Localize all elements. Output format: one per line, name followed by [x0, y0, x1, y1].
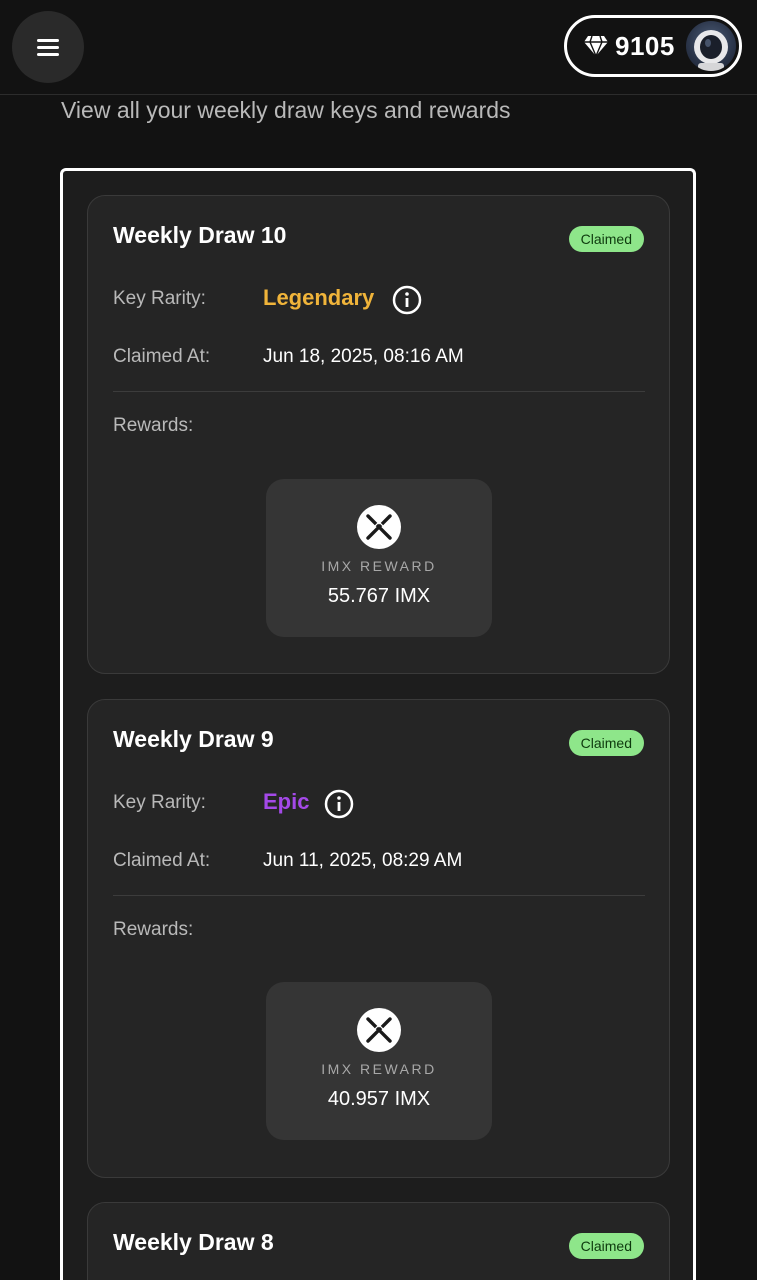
- page: 9105 View all your weekly draw keys and …: [0, 0, 757, 1280]
- info-icon[interactable]: [324, 789, 354, 819]
- draw-title: Weekly Draw 8: [113, 1229, 274, 1255]
- key-rarity-label: Key Rarity:: [113, 288, 206, 309]
- points-balance-button[interactable]: 9105: [564, 15, 742, 77]
- weekly-draw-card: Weekly Draw 10 Claimed Key Rarity: Legen…: [87, 195, 670, 674]
- key-rarity-value: Epic: [263, 789, 310, 814]
- top-bar: 9105: [0, 0, 757, 95]
- diamond-icon: [584, 35, 608, 57]
- reward-name: IMX REWARD: [321, 1061, 437, 1077]
- weekly-draw-card: Weekly Draw 9 Claimed Key Rarity: Epic C…: [87, 699, 670, 1178]
- astronaut-avatar-icon: [694, 30, 728, 71]
- status-badge: Claimed: [568, 1233, 644, 1259]
- rewards-label: Rewards:: [113, 415, 194, 436]
- reward-amount: 40.957 IMX: [327, 1088, 431, 1110]
- info-icon[interactable]: [392, 285, 422, 315]
- rewards-label: Rewards:: [113, 919, 194, 940]
- menu-button[interactable]: [12, 11, 84, 83]
- claimed-at-value: Jun 11, 2025, 08:29 AM: [263, 850, 463, 871]
- avatar[interactable]: [686, 21, 736, 71]
- weekly-draw-card: Weekly Draw 8 Claimed: [87, 1202, 670, 1280]
- status-badge: Claimed: [568, 730, 644, 756]
- divider: [113, 391, 645, 392]
- points-value: 9105: [615, 30, 675, 61]
- reward-amount: 55.767 IMX: [327, 585, 431, 607]
- claimed-at-value: Jun 18, 2025, 08:16 AM: [263, 346, 464, 367]
- key-rarity-value: Legendary: [263, 285, 375, 310]
- imx-logo-icon: [357, 1008, 401, 1052]
- reward-tile: IMX REWARD 40.957 IMX: [266, 982, 492, 1140]
- hamburger-menu-icon: [37, 39, 59, 56]
- imx-logo-icon: [357, 505, 401, 549]
- draw-title: Weekly Draw 9: [113, 726, 274, 752]
- claimed-at-label: Claimed At:: [113, 850, 211, 871]
- claimed-at-label: Claimed At:: [113, 346, 211, 367]
- reward-tile: IMX REWARD 55.767 IMX: [266, 479, 492, 637]
- draw-title: Weekly Draw 10: [113, 222, 287, 248]
- divider: [113, 895, 645, 896]
- status-badge: Claimed: [568, 226, 644, 252]
- reward-name: IMX REWARD: [321, 558, 437, 574]
- page-subtitle: View all your weekly draw keys and rewar…: [61, 97, 511, 123]
- key-rarity-label: Key Rarity:: [113, 792, 206, 813]
